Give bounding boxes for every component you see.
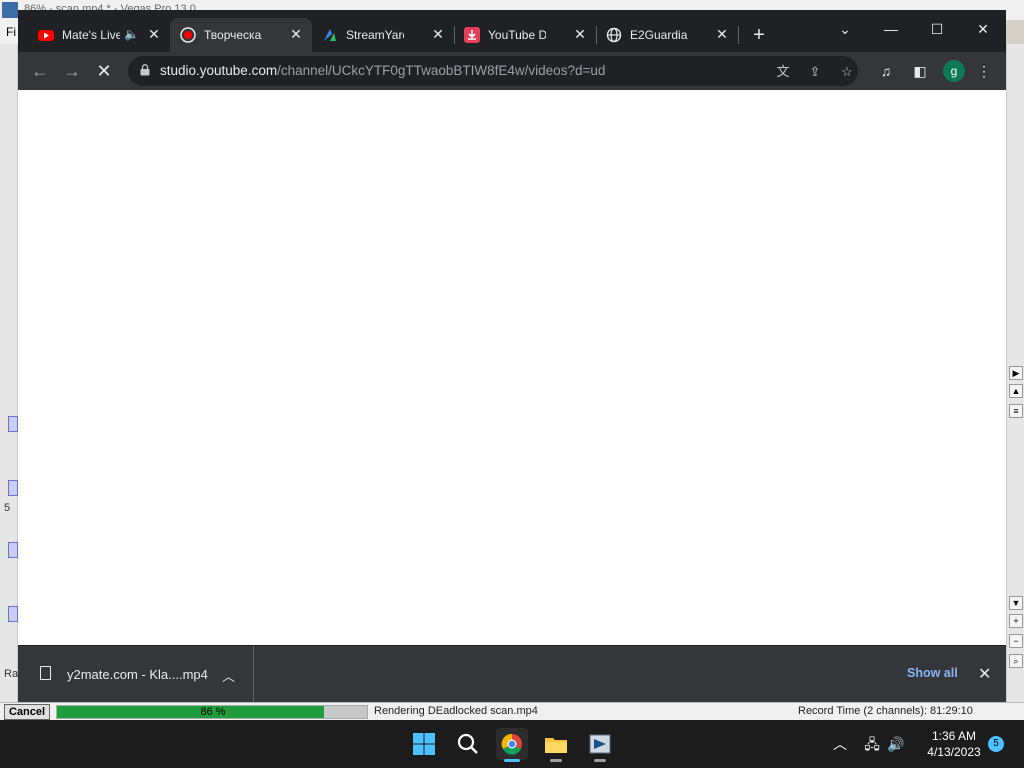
search-icon	[457, 733, 478, 754]
clock[interactable]: 1:36 AM 4/13/2023	[920, 728, 988, 760]
track-header-icon[interactable]	[8, 480, 18, 496]
chevron-up-icon[interactable]: ︿	[830, 734, 850, 754]
tab-title: E2Guardian - Access Denied	[630, 28, 688, 42]
track-header-icon[interactable]	[8, 606, 18, 622]
close-icon[interactable]: ✕	[714, 26, 730, 42]
network-icon[interactable]: 🖧	[862, 734, 882, 754]
vegas-icon	[589, 734, 611, 754]
tab-creative-studio[interactable]: Творческая студия ✕	[170, 18, 312, 52]
vegas-menu-file[interactable]: Fi	[0, 20, 20, 44]
track-label: 5	[4, 502, 11, 514]
tab-e2guardian[interactable]: E2Guardian - Access Denied ✕	[596, 18, 739, 52]
close-icon[interactable]: ✕	[430, 26, 446, 42]
chrome-window: Mate's Live 🔈 ✕ Творческая студия ✕ Stre…	[18, 10, 1006, 702]
taskbar: ︿ 🖧 🔊 1:36 AM 4/13/2023 5	[0, 720, 1024, 768]
url-host: studio.youtube.com	[160, 63, 278, 78]
close-window-button[interactable]: ✕	[960, 14, 1006, 44]
tab-title: Mate's Live	[62, 28, 120, 42]
tab-streamyard[interactable]: StreamYard ✕	[312, 18, 455, 52]
stop-loading-button[interactable]: ✕	[92, 59, 116, 83]
notification-badge[interactable]: 5	[988, 736, 1004, 752]
taskbar-file-explorer[interactable]	[540, 728, 572, 762]
globe-icon	[606, 27, 622, 43]
scroll-down-icon[interactable]: ▼	[1009, 596, 1023, 610]
file-icon	[40, 666, 51, 680]
url-path: /channel/UCkcYTF0gTTwaobBTIW8fE4w/videos…	[277, 63, 606, 78]
download-filename: y2mate.com - Kla....mp4	[67, 667, 208, 682]
close-icon[interactable]: ✕	[288, 26, 304, 42]
folder-icon	[545, 738, 567, 753]
progress-percent: 86 %	[200, 706, 226, 718]
close-shelf-icon[interactable]: ✕	[978, 664, 991, 684]
profile-avatar[interactable]: g	[943, 60, 965, 82]
download-icon	[464, 27, 480, 43]
show-all-link[interactable]: Show all	[907, 666, 958, 680]
search-button[interactable]	[452, 728, 484, 760]
vegas-side-toolbar: ▶ ▲ ≡ ▼ + − ⌕	[1006, 44, 1024, 704]
volume-icon[interactable]: 🔊	[886, 734, 906, 754]
taskbar-chrome[interactable]	[496, 728, 528, 762]
url-text: studio.youtube.com/channel/UCkcYTF0gTTwa…	[160, 63, 605, 78]
zoom-out-icon[interactable]: −	[1009, 634, 1023, 648]
track-header-icon[interactable]	[8, 416, 18, 432]
windows-logo-icon	[413, 733, 435, 755]
running-indicator	[550, 759, 562, 762]
tab-search-icon[interactable]: ⌄	[822, 14, 868, 44]
download-item[interactable]: y2mate.com - Kla....mp4 ︿	[18, 646, 254, 702]
bookmark-star-icon[interactable]: ☆	[838, 63, 856, 81]
tab-mates-live[interactable]: Mate's Live 🔈 ✕	[28, 18, 171, 52]
running-indicator	[594, 759, 606, 762]
menu-kebab-icon[interactable]: ⋮	[974, 61, 994, 81]
zoom-in-icon[interactable]: +	[1009, 614, 1023, 628]
vegas-logo-icon	[2, 2, 18, 18]
tab-separator	[738, 26, 739, 44]
render-status-bar: Cancel 86 % Rendering DEadlocked scan.mp…	[0, 702, 1024, 720]
active-indicator	[504, 759, 520, 762]
forward-button[interactable]: →	[60, 59, 84, 83]
taskbar-vegas[interactable]	[584, 728, 616, 762]
clock-date: 4/13/2023	[927, 745, 981, 759]
marker-icon[interactable]: ▶	[1009, 366, 1023, 380]
vegas-track-panel: 5 Ra	[0, 44, 18, 704]
translate-icon[interactable]: 文	[774, 63, 792, 81]
page-content	[18, 90, 1006, 645]
side-panel-icon[interactable]: ◧	[910, 61, 930, 81]
track-label: Ra	[4, 668, 19, 680]
tab-title: Творческая студия	[204, 28, 262, 42]
media-controls-icon[interactable]: ♫	[876, 61, 896, 81]
tab-title: StreamYard	[346, 28, 404, 42]
render-status-text: Rendering DEadlocked scan.mp4	[374, 705, 538, 717]
tab-strip: Mate's Live 🔈 ✕ Творческая студия ✕ Stre…	[18, 10, 1006, 52]
youtube-icon	[38, 30, 54, 41]
cancel-render-button[interactable]: Cancel	[4, 704, 50, 720]
zoom-tool-icon[interactable]: ⌕	[1009, 654, 1023, 668]
youtube-studio-icon	[180, 27, 196, 43]
render-progress-bar: 86 %	[56, 705, 368, 719]
start-button[interactable]	[408, 728, 440, 760]
speaker-icon[interactable]: 🔈	[124, 27, 139, 41]
minimize-button[interactable]: —	[868, 14, 914, 44]
address-bar[interactable]: studio.youtube.com/channel/UCkcYTF0gTTwa…	[128, 56, 858, 86]
maximize-button[interactable]: ☐	[914, 14, 960, 44]
browser-toolbar: ← → ✕ studio.youtube.com/channel/UCkcYTF…	[18, 52, 1006, 90]
new-tab-button[interactable]: +	[748, 24, 770, 46]
tab-youtube-downloader[interactable]: YouTube Downloader ✕	[454, 18, 597, 52]
scroll-thumb[interactable]: ≡	[1009, 404, 1023, 418]
chrome-icon	[501, 733, 522, 755]
scroll-up-icon[interactable]: ▲	[1009, 384, 1023, 398]
streamyard-icon	[324, 29, 336, 41]
close-icon[interactable]: ✕	[572, 26, 588, 42]
record-time-text: Record Time (2 channels): 81:29:10	[798, 705, 973, 717]
download-shelf: y2mate.com - Kla....mp4 ︿ Show all ✕	[18, 645, 1006, 702]
lock-icon[interactable]	[140, 64, 150, 76]
share-icon[interactable]: ⇪	[806, 63, 824, 81]
clock-time: 1:36 AM	[931, 729, 977, 743]
track-header-icon[interactable]	[8, 542, 18, 558]
tab-title: YouTube Downloader	[488, 28, 546, 42]
chevron-up-icon[interactable]: ︿	[222, 666, 235, 685]
close-icon[interactable]: ✕	[146, 26, 162, 42]
back-button[interactable]: ←	[28, 59, 52, 83]
vegas-menu-file-label: Fi	[6, 25, 16, 39]
